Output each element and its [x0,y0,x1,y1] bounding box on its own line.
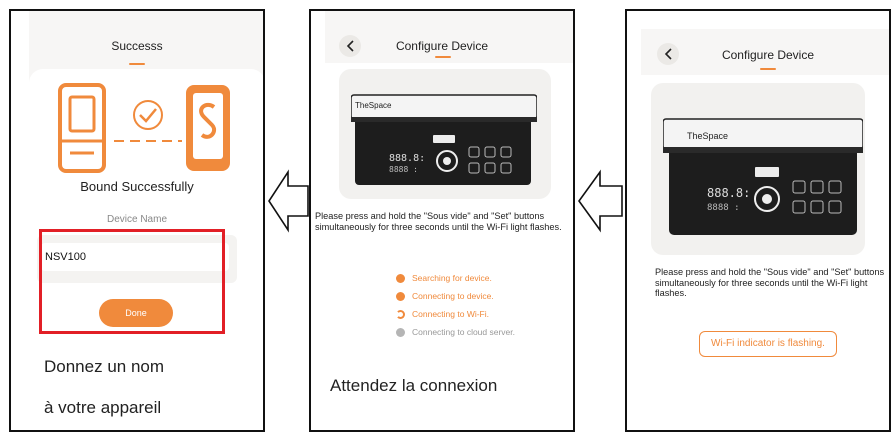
step-label: Connecting to cloud server. [412,327,516,337]
svg-text:888.8:: 888.8: [389,153,425,164]
sous-vide-device-image: 888.8: 8888 : [663,118,863,235]
bound-status-text: Bound Successfully [80,179,194,194]
caption-line-1: Donnez un nom [44,357,165,376]
step-label: Connecting to Wi-Fi. [412,309,489,319]
caption-line-2: à votre appareil [44,398,162,417]
title-underline [760,68,776,70]
step-connecting-wifi: Connecting to Wi-Fi. [396,309,489,319]
step-label: Searching for device. [412,273,492,283]
step-connecting-cloud: Connecting to cloud server. [396,327,515,337]
svg-text:888.8:: 888.8: [707,186,750,200]
svg-text:8888 :: 8888 : [389,165,418,174]
title-underline [129,63,145,65]
page-title: Successs [111,39,163,53]
step-connecting-device: Connecting to device. [396,291,494,301]
step-label: Connecting to device. [412,291,494,301]
success-screen-panel: Successs Bound Successfully Device Name … [9,9,265,432]
pending-circle-icon [396,327,405,337]
wifi-flashing-button[interactable]: Wi-Fi indicator is flashing. [699,331,837,357]
device-name-label: Device Name [106,214,168,225]
device-brand-label: TheSpace [687,131,729,141]
instruction-text: Please press and hold the "Sous vide" an… [315,211,562,232]
connecting-screen-panel: Configure Device 888.8: 8888 : TheSpace … [309,9,575,432]
configure-screen-panel: Configure Device 888.8: 8888 : TheSpace … [625,9,891,432]
step-searching: Searching for device. [396,273,492,283]
left-arrow-icon [268,169,309,233]
check-circle-icon [396,291,405,301]
title-underline [435,56,451,58]
instruction-text: Please press and hold the "Sous vide" an… [655,267,885,298]
left-arrow-icon [578,169,623,233]
page-title: Configure Device [721,48,815,62]
loading-spinner-icon [396,309,405,319]
check-circle-icon [396,273,405,283]
device-brand-label: TheSpace [355,101,392,110]
device-bound-phone-icon [58,83,230,173]
caption: Attendez la connexion [330,376,498,395]
highlight-box [39,229,225,334]
page-title: Configure Device [395,39,489,53]
svg-text:8888 :: 8888 : [707,203,740,213]
